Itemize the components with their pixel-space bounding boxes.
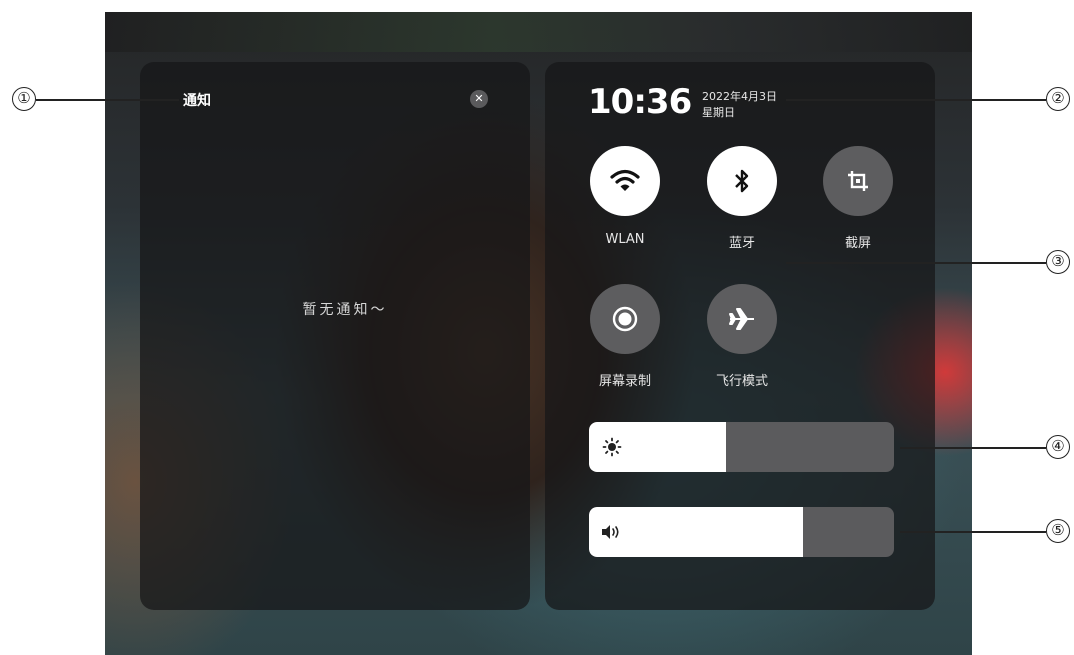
callout-4: ④ [1046, 435, 1070, 459]
empty-notification-message: 暂无通知～ [302, 302, 388, 318]
screenshot-label: 截屏 [844, 236, 871, 251]
sun-icon [601, 436, 623, 458]
screenshot-button[interactable] [823, 146, 893, 216]
bluetooth-icon [735, 169, 749, 193]
callout-1-leader [36, 99, 179, 101]
screen-record-button[interactable] [590, 284, 660, 354]
airplane-mode-label: 飞行模式 [715, 374, 768, 389]
date-text: 2022年4月3日 [702, 90, 777, 103]
callout-2-leader [786, 99, 1046, 101]
bluetooth-toggle[interactable]: 蓝牙 [687, 146, 797, 251]
airplane-icon [729, 308, 754, 330]
crop-icon [848, 171, 868, 191]
callout-3: ③ [1046, 250, 1070, 274]
clear-notifications-button[interactable]: ✕ [470, 90, 488, 108]
weekday-text: 星期日 [702, 106, 735, 119]
record-icon [612, 306, 638, 332]
speaker-icon [601, 521, 623, 543]
volume-slider[interactable] [589, 507, 894, 557]
screen-record-label: 屏幕录制 [598, 374, 651, 389]
wlan-toggle-button[interactable] [590, 146, 660, 216]
callout-4-leader [900, 447, 1046, 449]
screenshot-toggle[interactable]: 截屏 [803, 146, 913, 251]
brightness-slider[interactable] [589, 422, 894, 472]
callout-5: ⑤ [1046, 519, 1070, 543]
wifi-icon [610, 169, 640, 191]
clock-time: 10:36 [588, 82, 692, 122]
callout-5-leader [900, 531, 1046, 533]
wlan-label: WLAN [605, 232, 645, 247]
callout-3-leader [786, 262, 1046, 264]
bluetooth-toggle-button[interactable] [707, 146, 777, 216]
bluetooth-label: 蓝牙 [728, 236, 755, 251]
close-icon: ✕ [474, 92, 484, 105]
wlan-toggle[interactable]: WLAN [570, 146, 680, 247]
notification-panel [140, 62, 530, 610]
screen-record-toggle[interactable]: 屏幕录制 [570, 284, 680, 389]
callout-1: ① [12, 87, 36, 111]
notification-title: 通知 [183, 93, 211, 109]
airplane-mode-button[interactable] [707, 284, 777, 354]
callout-2: ② [1046, 87, 1070, 111]
airplane-mode-toggle[interactable]: 飞行模式 [687, 284, 797, 389]
